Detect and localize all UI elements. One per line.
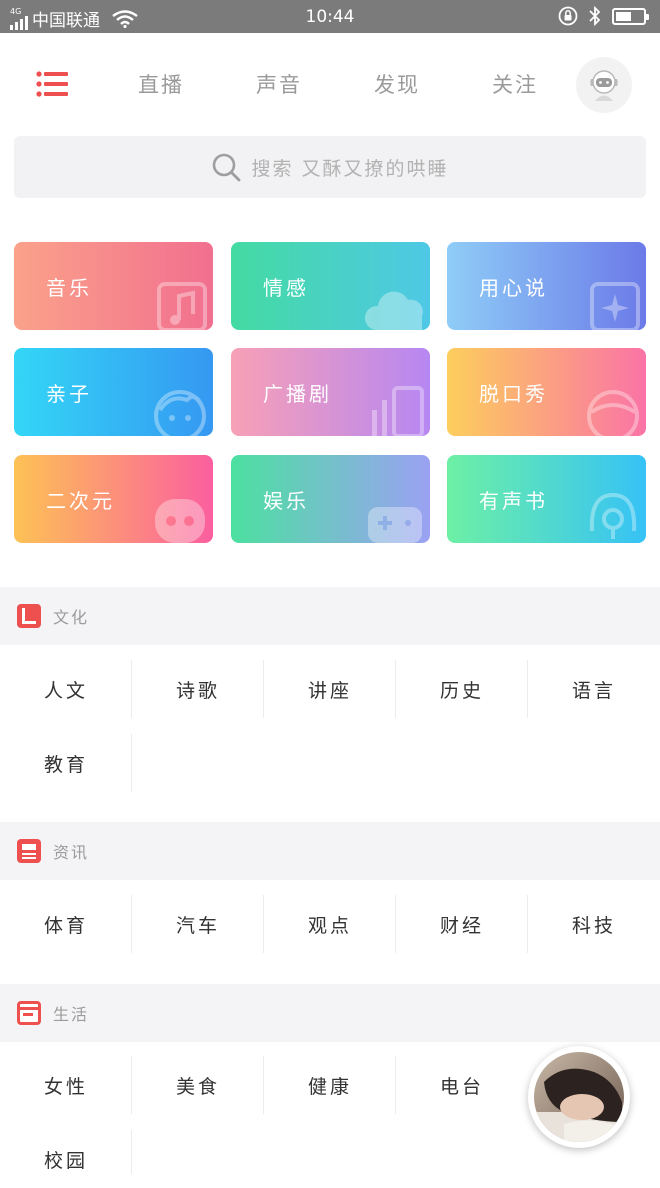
cover-photo-icon (534, 1052, 624, 1142)
section-header-culture: 文化 (0, 587, 660, 645)
status-bar: 4G 中国联通 10:44 (0, 0, 660, 33)
category-card-talk-show[interactable]: 脱口秀 (447, 348, 646, 436)
tab-sound[interactable]: 声音 (256, 69, 302, 99)
subcategory-item[interactable]: 女性 (0, 1056, 132, 1114)
divider (263, 660, 264, 718)
soundwave-icon (372, 386, 424, 436)
section-title: 文化 (53, 608, 90, 627)
tab-follow[interactable]: 关注 (492, 69, 538, 99)
divider (395, 660, 396, 718)
rotation-lock-icon (558, 6, 578, 26)
subcategory-item[interactable]: 人文 (0, 660, 132, 718)
top-navigation: 直播 声音 发现 关注 (0, 33, 660, 133)
search-bar[interactable]: 搜索 又酥又撩的哄睡 (14, 136, 646, 198)
menu-icon[interactable] (36, 71, 68, 97)
profile-avatar-button[interactable] (576, 57, 632, 113)
category-card-anime[interactable]: 二次元 (14, 455, 213, 543)
divider (395, 1056, 396, 1114)
divider (527, 660, 528, 718)
subcategory-item[interactable]: 美食 (132, 1056, 264, 1114)
category-label: 娱乐 (263, 489, 309, 513)
category-label: 音乐 (46, 276, 92, 300)
subcategory-item[interactable]: 科技 (528, 895, 660, 953)
section-header-life: 生活 (0, 984, 660, 1042)
tab-live[interactable]: 直播 (138, 69, 184, 99)
divider (131, 1130, 132, 1174)
subcategory-item[interactable]: 电台 (396, 1056, 528, 1114)
face-icon (587, 390, 639, 436)
subcategory-item[interactable]: 历史 (396, 660, 528, 718)
gamepad-icon (368, 507, 422, 543)
category-card-music[interactable]: 音乐 (14, 242, 213, 330)
category-card-heart-talk[interactable]: 用心说 (447, 242, 646, 330)
headphones-icon (589, 492, 637, 539)
star-icon (590, 282, 640, 330)
music-icon (157, 282, 207, 330)
subcategory-item[interactable]: 讲座 (264, 660, 396, 718)
section-title: 生活 (53, 1005, 90, 1024)
floating-player-button[interactable] (528, 1046, 630, 1148)
subcategory-item[interactable]: 汽车 (132, 895, 264, 953)
search-placeholder: 搜索 又酥又撩的哄睡 (251, 157, 449, 180)
cloud-icon (364, 291, 423, 330)
divider (131, 734, 132, 792)
subcategory-item[interactable]: 财经 (396, 895, 528, 953)
tab-discover[interactable]: 发现 (374, 69, 420, 99)
subcategory-item[interactable]: 语言 (528, 660, 660, 718)
category-card-radio-drama[interactable]: 广播剧 (231, 348, 430, 436)
divider (263, 895, 264, 953)
astronaut-avatar-icon (590, 70, 618, 101)
child-face-icon (154, 390, 206, 436)
book-icon (17, 604, 41, 628)
category-card-emotion[interactable]: 情感 (231, 242, 430, 330)
category-card-entertainment[interactable]: 娱乐 (231, 455, 430, 543)
divider (527, 895, 528, 953)
category-label: 脱口秀 (479, 382, 548, 406)
divider (263, 1056, 264, 1114)
status-right-icons (558, 6, 649, 26)
category-label: 有声书 (479, 489, 548, 513)
subcategory-item[interactable]: 校园 (0, 1130, 132, 1188)
search-icon (213, 153, 241, 182)
subcategory-item[interactable]: 观点 (264, 895, 396, 953)
section-header-news: 资讯 (0, 822, 660, 880)
subcategory-item[interactable]: 健康 (264, 1056, 396, 1114)
category-label: 情感 (263, 276, 309, 300)
category-label: 亲子 (46, 382, 92, 406)
window-icon (17, 1001, 41, 1025)
divider (131, 1056, 132, 1114)
subcategory-item[interactable]: 诗歌 (132, 660, 264, 718)
category-card-audiobook[interactable]: 有声书 (447, 455, 646, 543)
news-icon (17, 839, 41, 863)
subcategory-item[interactable]: 教育 (0, 734, 132, 792)
subcategory-item[interactable]: 体育 (0, 895, 132, 953)
divider (395, 895, 396, 953)
divider (131, 895, 132, 953)
robot-icon (155, 499, 205, 543)
battery-fill (616, 11, 631, 21)
section-title: 资讯 (53, 843, 90, 862)
category-card-parenting[interactable]: 亲子 (14, 348, 213, 436)
battery-icon (612, 7, 649, 25)
player-cover-image (534, 1052, 624, 1142)
category-label: 用心说 (479, 276, 548, 300)
category-label: 广播剧 (263, 382, 332, 406)
bluetooth-icon (589, 6, 601, 26)
category-label: 二次元 (46, 489, 115, 513)
divider (131, 660, 132, 718)
